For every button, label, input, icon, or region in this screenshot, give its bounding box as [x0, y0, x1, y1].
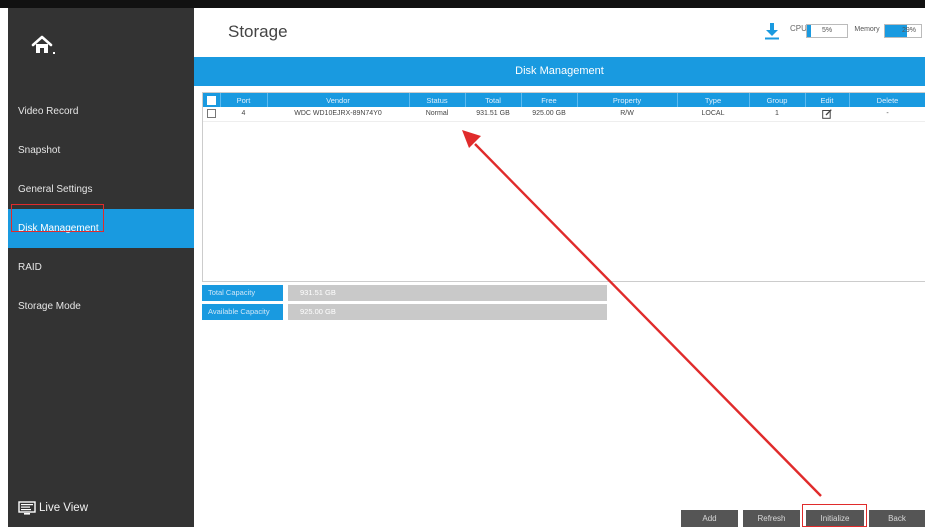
annotation-arrow — [462, 130, 822, 497]
storage-window: Video Record Snapshot General Settings D… — [0, 0, 925, 527]
